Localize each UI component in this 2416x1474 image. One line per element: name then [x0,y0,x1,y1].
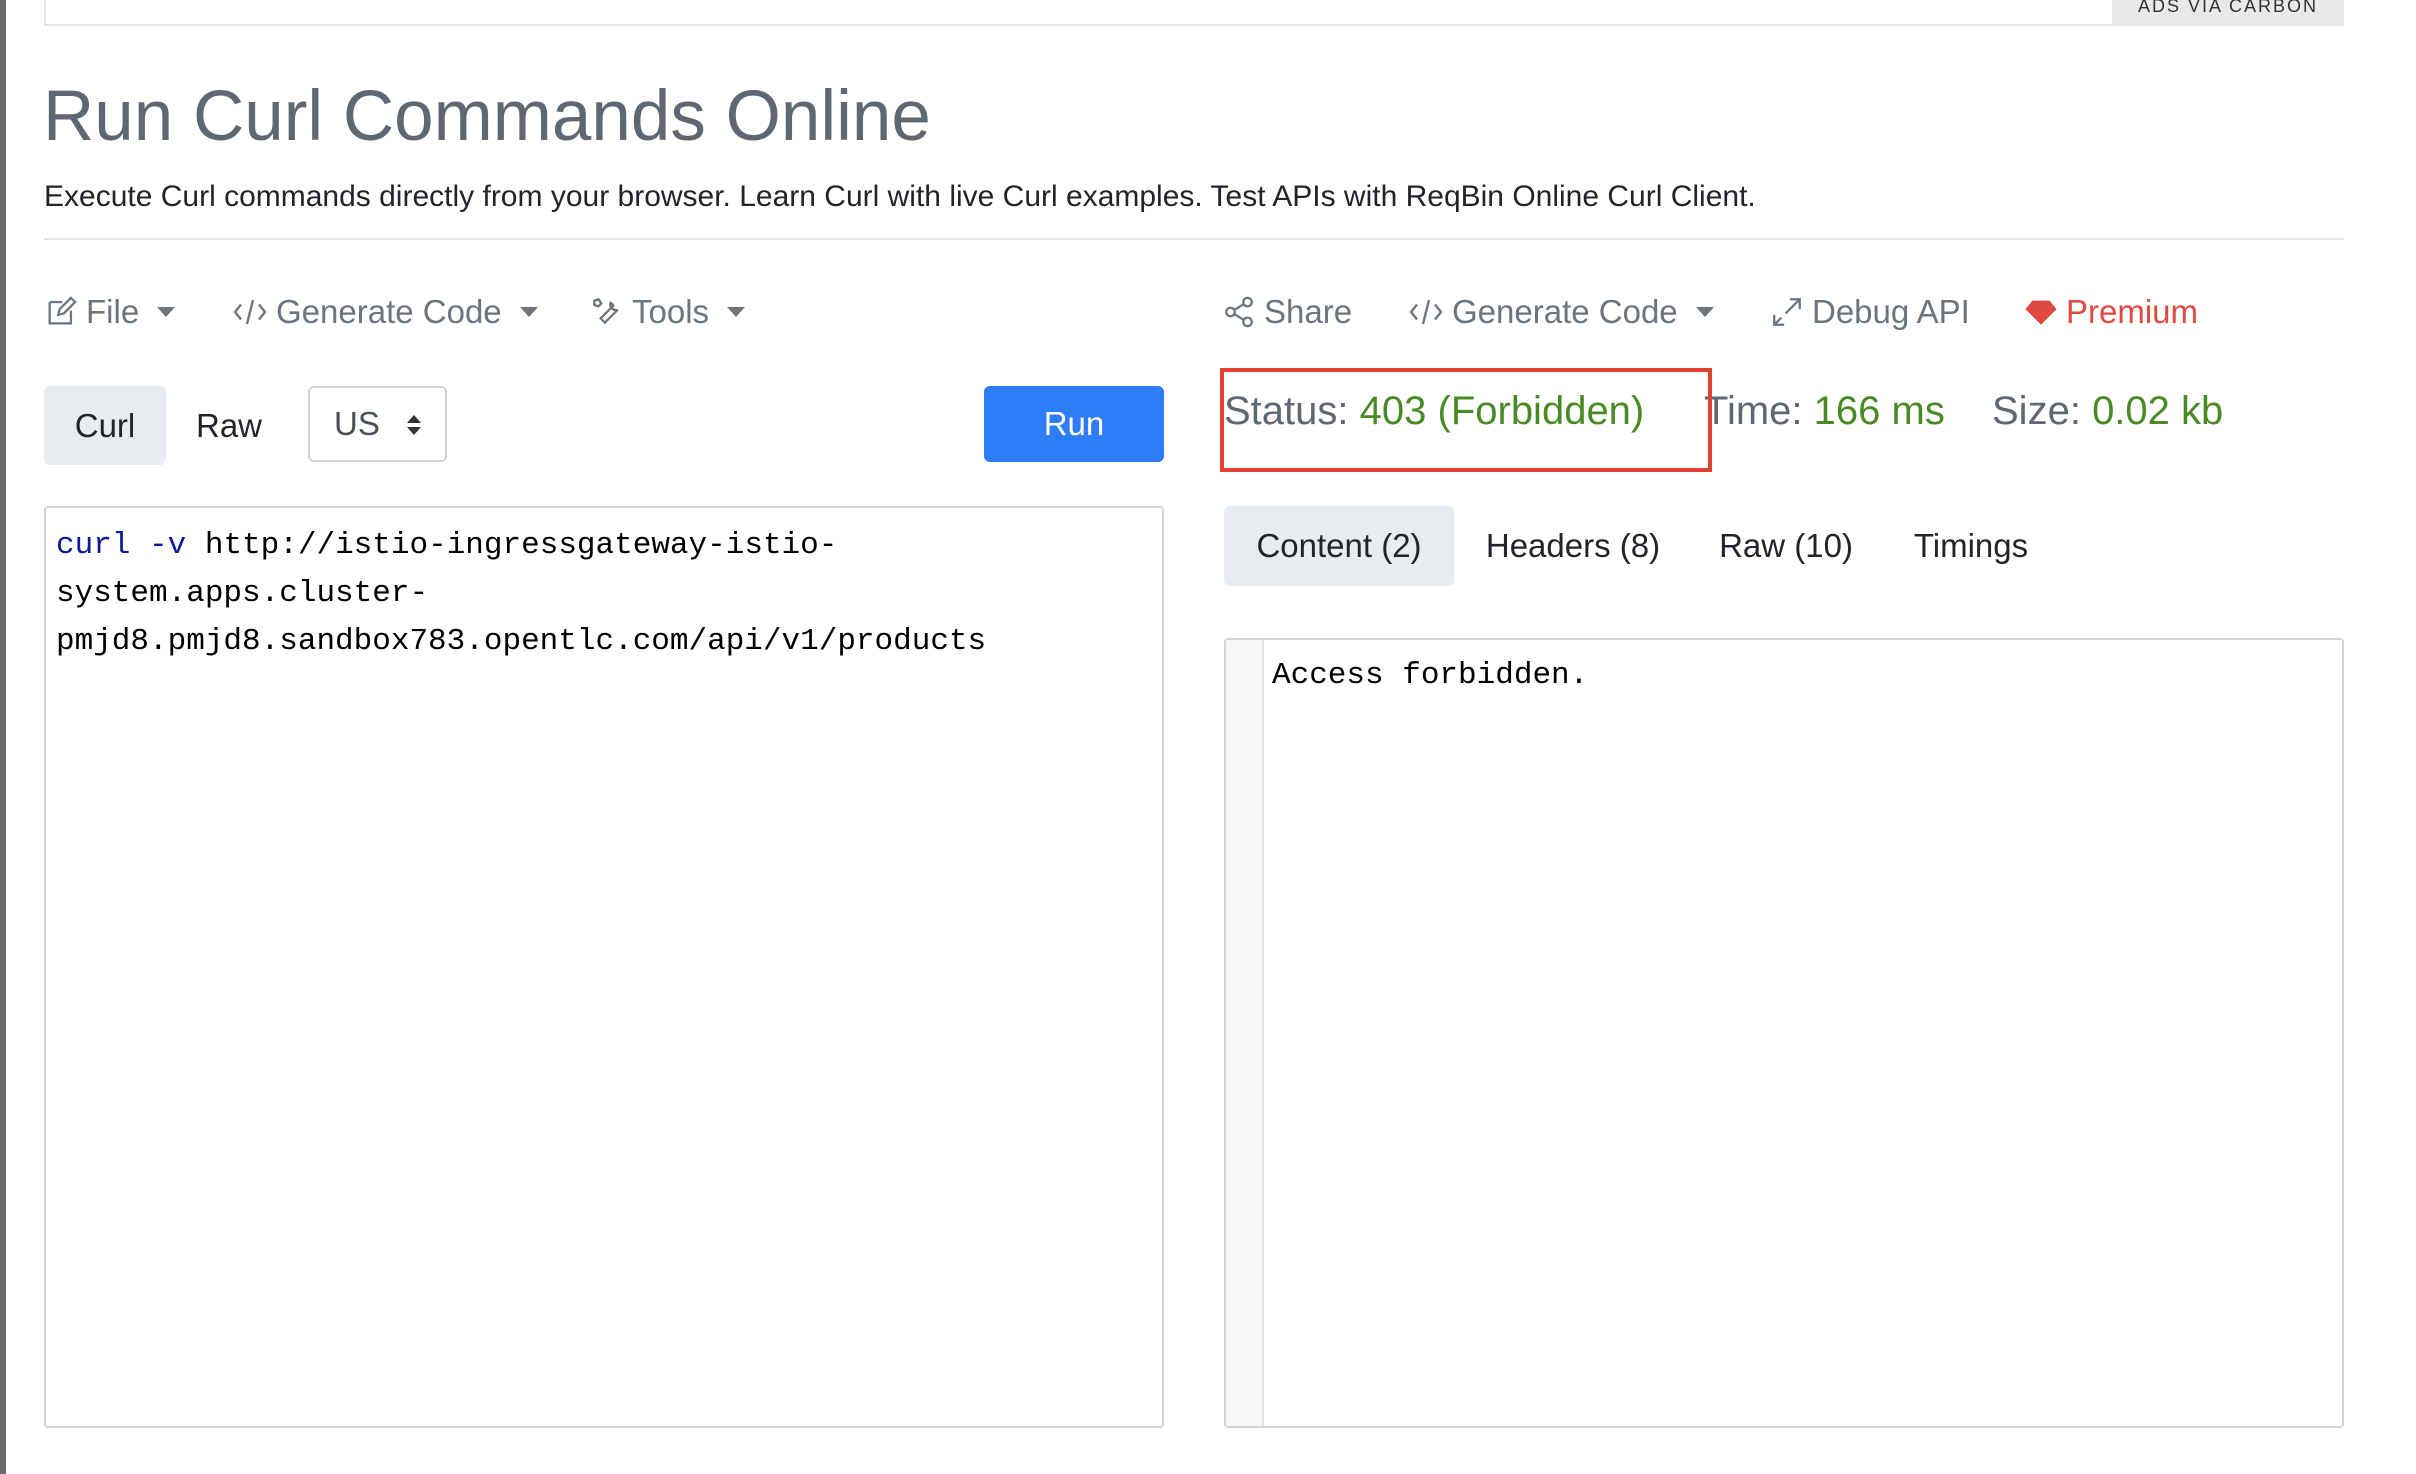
curl-command-editor[interactable]: curl -v http://istio-ingressgateway-isti… [44,506,1164,1428]
time-label: Time: [1704,389,1803,433]
debug-api-button[interactable]: Debug API [1770,289,1970,335]
command-flag: -v [149,528,187,563]
command-url-line-2: system.apps.cluster- [56,576,429,611]
select-arrows-icon [407,415,421,435]
chevron-down-icon [1695,307,1714,317]
generate-code-menu-right[interactable]: Generate Code [1408,289,1714,335]
external-link-icon [1770,295,1804,329]
tools-label: Tools [632,293,710,330]
chevron-down-icon [519,307,538,317]
header-divider [44,238,2344,240]
window-left-edge [0,0,6,1474]
tab-raw[interactable]: Raw [178,386,280,465]
page-title: Run Curl Commands Online [43,77,931,156]
page-subtitle: Execute Curl commands directly from your… [44,180,1756,213]
command-keyword: curl [56,528,131,563]
size-indicator: Size: 0.02 kb [1992,386,2223,436]
ad-banner[interactable] [44,0,2344,26]
generate-code-menu-left[interactable]: Generate Code [232,289,538,335]
code-icon [232,297,268,327]
size-label: Size: [1992,389,2081,433]
run-button[interactable]: Run [984,386,1164,462]
tab-headers[interactable]: Headers (8) [1468,506,1678,586]
status-highlight-box [1220,368,1712,472]
command-url-line-1: http://istio-ingressgateway-istio- [204,528,838,563]
time-indicator: Time: 166 ms [1704,386,1945,436]
tab-raw-response[interactable]: Raw (10) [1706,506,1866,586]
wrench-icon [590,295,624,329]
file-menu-label: File [86,293,140,330]
code-icon [1408,297,1444,327]
debug-api-label: Debug API [1812,293,1970,330]
share-button[interactable]: Share [1222,289,1352,335]
region-select-value: US [334,405,380,442]
tab-timings[interactable]: Timings [1896,506,2046,586]
line-gutter [1226,640,1264,1426]
share-label: Share [1264,293,1353,330]
tab-curl[interactable]: Curl [44,386,166,465]
ad-label: ADS VIA CARBON [2112,0,2344,26]
chevron-down-icon [157,307,176,317]
tools-menu[interactable]: Tools [590,289,746,335]
share-icon [1222,295,1256,329]
diamond-icon [2024,297,2058,327]
response-content-viewer[interactable]: Access forbidden. [1224,638,2344,1428]
edit-file-icon [44,295,78,329]
chevron-down-icon [727,307,746,317]
time-value: 166 ms [1813,389,1945,433]
premium-button[interactable]: Premium [2024,289,2198,335]
generate-code-label-left: Generate Code [276,293,502,330]
region-select[interactable]: US [308,386,447,462]
premium-label: Premium [2066,293,2199,330]
response-content-text: Access forbidden. [1272,658,1589,693]
generate-code-label-right: Generate Code [1452,293,1678,330]
file-menu[interactable]: File [44,289,176,335]
size-value: 0.02 kb [2092,389,2224,433]
tab-content[interactable]: Content (2) [1224,506,1454,586]
command-url-line-3: pmjd8.pmjd8.sandbox783.opentlc.com/api/v… [56,624,987,659]
